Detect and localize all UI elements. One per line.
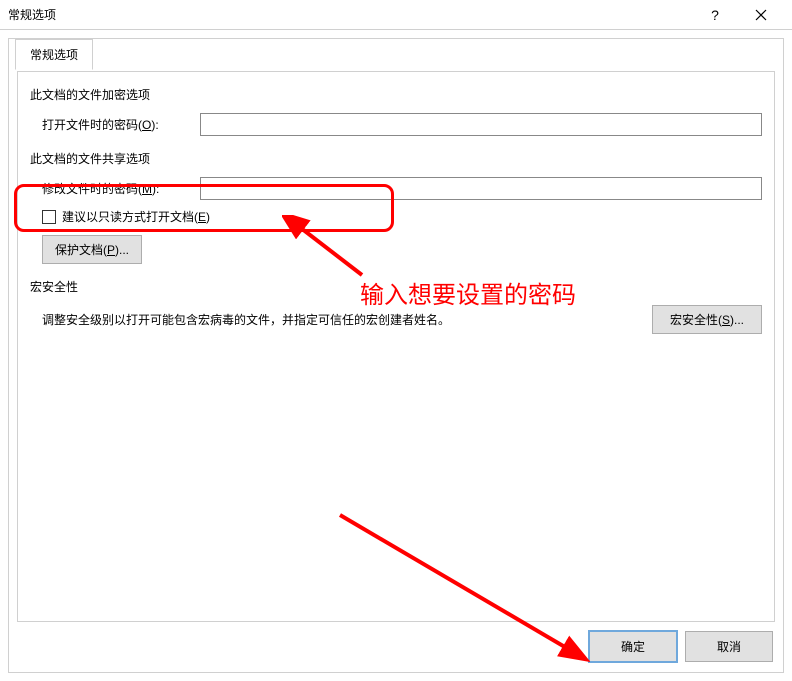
- readonly-checkbox[interactable]: [42, 210, 56, 224]
- macro-row: 调整安全级别以打开可能包含宏病毒的文件，并指定可信任的宏创建者姓名。 宏安全性(…: [42, 305, 762, 334]
- macro-section-title: 宏安全性: [30, 278, 762, 295]
- tab-general[interactable]: 常规选项: [15, 39, 93, 70]
- tab-label: 常规选项: [30, 48, 78, 62]
- ok-button[interactable]: 确定: [589, 631, 677, 662]
- modify-password-row: 修改文件时的密码(M):: [42, 177, 762, 200]
- close-icon: [755, 9, 767, 21]
- dialog-footer: 确定 取消: [589, 631, 773, 662]
- readonly-row[interactable]: 建议以只读方式打开文档(E): [42, 208, 762, 225]
- open-password-label: 打开文件时的密码(O):: [42, 116, 200, 133]
- protect-document-button[interactable]: 保护文档(P)...: [42, 235, 142, 264]
- open-password-input[interactable]: [200, 113, 762, 136]
- share-section: 此文档的文件共享选项 修改文件时的密码(M): 建议以只读方式打开文档(E) 保…: [30, 150, 762, 264]
- tab-panel: 此文档的文件加密选项 打开文件时的密码(O): 此文档的文件共享选项 修改文件时…: [17, 71, 775, 622]
- macro-security-button[interactable]: 宏安全性(S)...: [652, 305, 762, 334]
- titlebar: 常规选项 ?: [0, 0, 792, 30]
- cancel-button[interactable]: 取消: [685, 631, 773, 662]
- tab-strip: 常规选项: [15, 38, 93, 69]
- close-button[interactable]: [738, 0, 784, 30]
- open-password-row: 打开文件时的密码(O):: [42, 113, 762, 136]
- modify-password-label: 修改文件时的密码(M):: [42, 180, 200, 197]
- macro-desc: 调整安全级别以打开可能包含宏病毒的文件，并指定可信任的宏创建者姓名。: [42, 311, 632, 328]
- encrypt-section-title: 此文档的文件加密选项: [30, 86, 762, 103]
- macro-section: 宏安全性 调整安全级别以打开可能包含宏病毒的文件，并指定可信任的宏创建者姓名。 …: [30, 278, 762, 334]
- readonly-label: 建议以只读方式打开文档(E): [62, 208, 210, 225]
- help-button[interactable]: ?: [692, 0, 738, 30]
- dialog-content: 常规选项 此文档的文件加密选项 打开文件时的密码(O): 此文档的文件共享选项 …: [8, 38, 784, 673]
- modify-password-input[interactable]: [200, 177, 762, 200]
- share-section-title: 此文档的文件共享选项: [30, 150, 762, 167]
- titlebar-title: 常规选项: [8, 6, 692, 23]
- encrypt-section: 此文档的文件加密选项 打开文件时的密码(O):: [30, 86, 762, 136]
